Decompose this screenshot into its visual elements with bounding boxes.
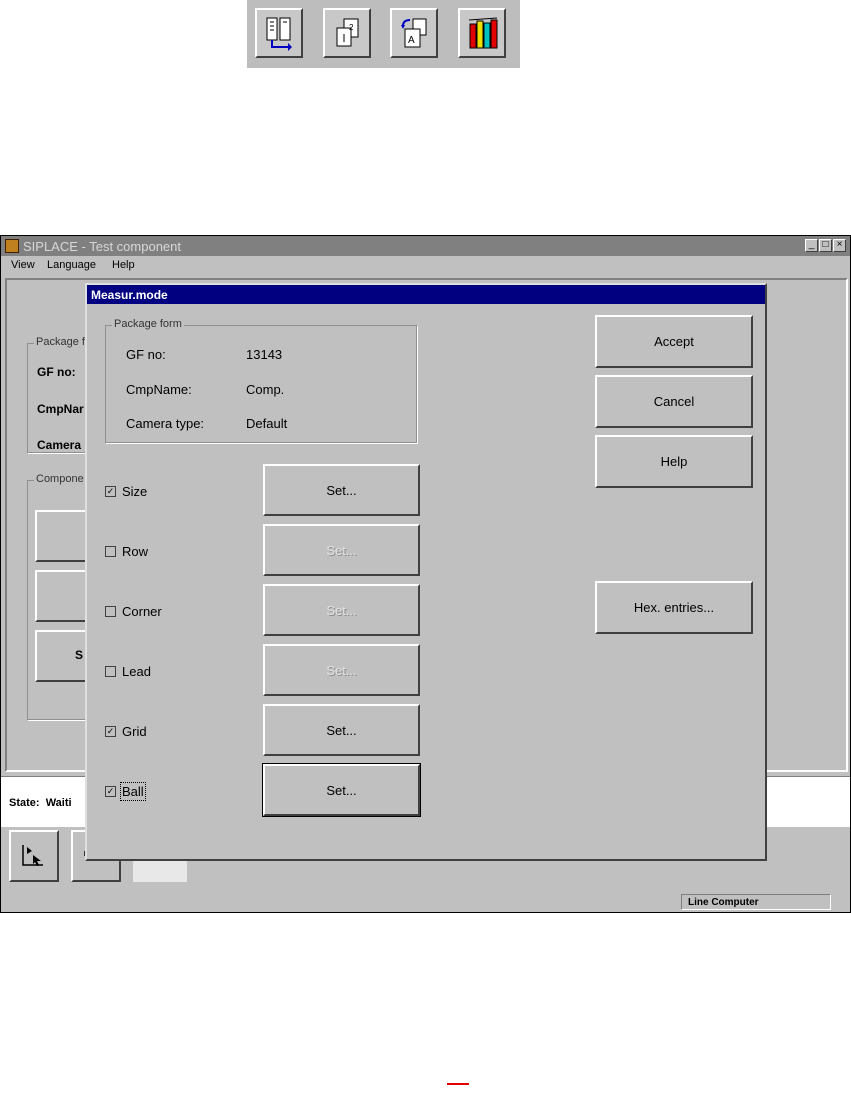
library-books-button[interactable]: [458, 8, 506, 58]
copy-page-icon: 2: [336, 18, 359, 47]
pf-row-cmpname: CmpName: Comp.: [126, 382, 284, 397]
package-form-groupbox: Package form GF no: 13143 CmpName: Comp.…: [105, 318, 417, 443]
corner-check-box[interactable]: [105, 606, 116, 618]
help-button[interactable]: Help: [595, 435, 753, 488]
ball-check-box[interactable]: ✓: [105, 786, 116, 798]
cursor-tool-button[interactable]: [9, 830, 59, 882]
red-underline-mark: [447, 1083, 469, 1085]
grid-check-box[interactable]: ✓: [105, 726, 116, 738]
grid-set-button[interactable]: Set...: [263, 704, 420, 756]
size-label: Size: [122, 484, 148, 500]
layout-button[interactable]: [255, 8, 303, 58]
package-group-label: Package f: [34, 336, 87, 348]
state-value: Waiti: [45, 797, 72, 809]
ball-label: Ball: [120, 782, 146, 802]
pf-row-gf: GF no: 13143: [126, 347, 282, 362]
pf-cmpname-label: CmpName:: [126, 382, 192, 397]
bg-camera-label: Camera: [37, 438, 82, 452]
dialog-title: Measur.mode: [87, 285, 765, 304]
titlebar: SIPLACE - Test component _ □ ×: [1, 236, 850, 256]
state-label: State: Waiti: [9, 797, 72, 809]
grid-checkbox[interactable]: ✓ Grid: [105, 723, 147, 739]
copy-page-button[interactable]: 2: [323, 8, 371, 58]
bg-cmpname-label: CmpNar: [37, 402, 84, 416]
statusbar: Line Computer: [1, 892, 850, 912]
corner-label: Corner: [122, 604, 162, 620]
package-form-label: Package form: [112, 318, 184, 330]
cancel-button[interactable]: Cancel: [595, 375, 753, 428]
minimize-button[interactable]: _: [805, 239, 818, 252]
pf-gf-value: 13143: [246, 347, 283, 362]
pf-row-camera: Camera type: Default: [126, 416, 287, 431]
cursor-icon: [22, 845, 43, 866]
size-check-box[interactable]: ✓: [105, 486, 116, 498]
close-button[interactable]: ×: [833, 239, 846, 252]
ball-set-button[interactable]: Set...: [263, 764, 420, 816]
rotate-document-button[interactable]: A: [390, 8, 438, 58]
row-check-box[interactable]: [105, 546, 116, 558]
row-set-button[interactable]: Set...: [263, 524, 420, 576]
pf-gf-label: GF no:: [126, 347, 166, 362]
pf-cmpname-value: Comp.: [246, 382, 285, 397]
measur-mode-dialog: Measur.mode Package form GF no: 13143 Cm…: [85, 283, 767, 861]
pf-camera-label: Camera type:: [126, 416, 205, 431]
corner-checkbox[interactable]: Corner: [105, 603, 162, 619]
library-books-icon: [468, 17, 498, 49]
corner-set-button[interactable]: Set...: [263, 584, 420, 636]
svg-text:A: A: [408, 35, 415, 46]
lead-set-button[interactable]: Set...: [263, 644, 420, 696]
bg-gf-label: GF no:: [37, 365, 76, 379]
size-set-button[interactable]: Set...: [263, 464, 420, 516]
rotate-document-icon: A: [401, 18, 427, 48]
grid-label: Grid: [122, 724, 147, 740]
window-controls: _ □ ×: [804, 239, 846, 253]
pf-camera-value: Default: [246, 416, 288, 431]
component-group-label: Compone: [34, 473, 86, 485]
top-toolbar: 2 A: [247, 0, 520, 68]
row-label: Row: [122, 544, 149, 560]
hex-entries-button[interactable]: Hex. entries...: [595, 581, 753, 634]
lead-check-box[interactable]: [105, 666, 116, 678]
menu-view[interactable]: View: [11, 259, 35, 271]
app-icon: [5, 239, 19, 253]
size-checkbox[interactable]: ✓ Size: [105, 483, 147, 499]
menu-language[interactable]: Language: [47, 259, 96, 271]
layout-icon: [266, 17, 292, 51]
s-button-label: S: [75, 648, 84, 662]
line-computer-status: Line Computer: [681, 894, 831, 910]
maximize-button[interactable]: □: [819, 239, 832, 252]
lead-checkbox[interactable]: Lead: [105, 663, 151, 679]
menu-help[interactable]: Help: [112, 259, 135, 271]
window-title: SIPLACE - Test component: [23, 239, 182, 254]
menubar: View Language Help: [1, 257, 850, 275]
svg-text:2: 2: [349, 23, 354, 32]
row-checkbox[interactable]: Row: [105, 543, 148, 559]
lead-label: Lead: [122, 664, 151, 680]
accept-button[interactable]: Accept: [595, 315, 753, 368]
ball-checkbox[interactable]: ✓ Ball: [105, 782, 146, 802]
